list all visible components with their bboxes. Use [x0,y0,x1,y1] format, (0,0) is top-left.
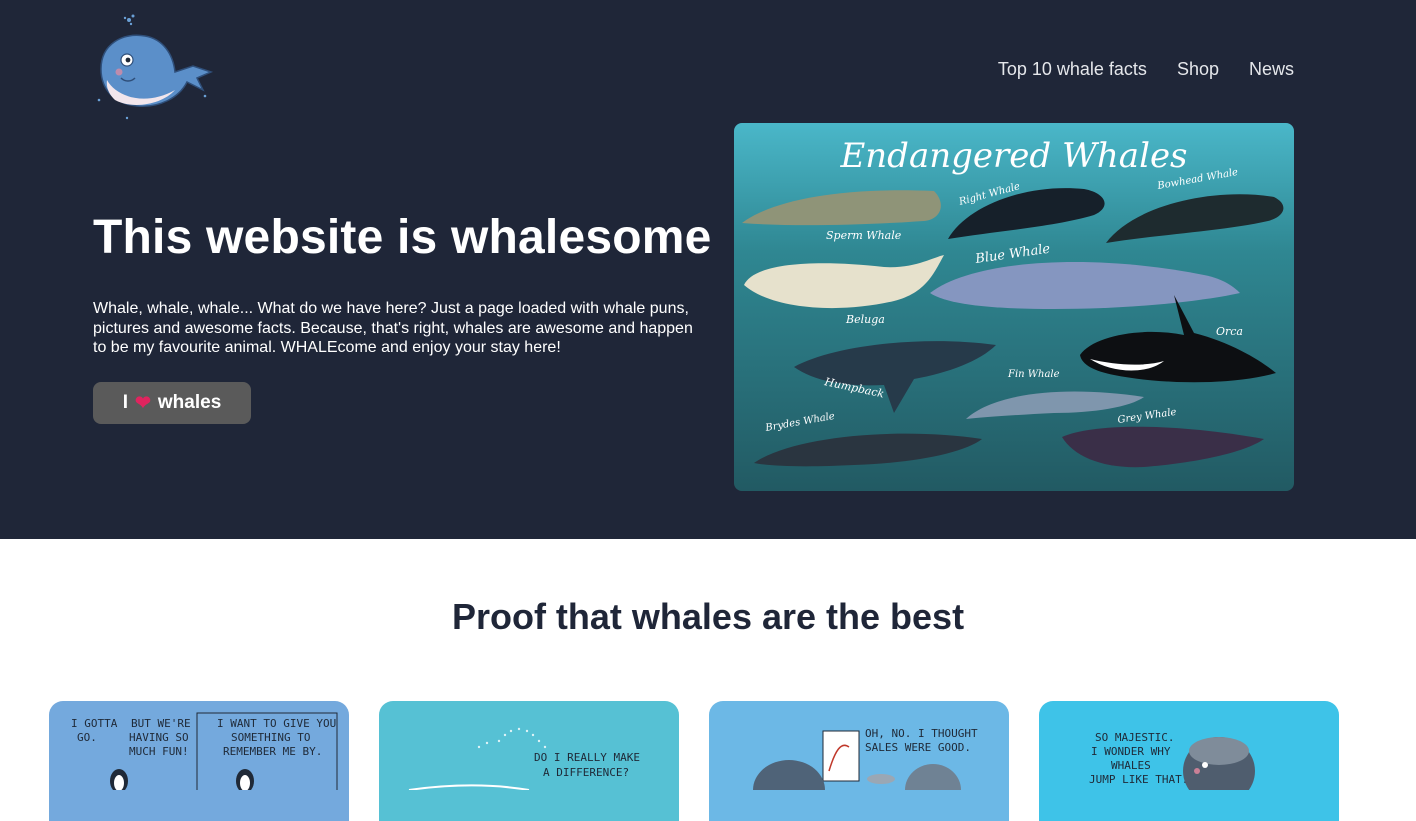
svg-text:DO I REALLY MAKE: DO I REALLY MAKE [534,751,640,764]
comic-card-majestic[interactable]: SO MAJESTIC. I WONDER WHY WHALES JUMP LI… [1039,701,1339,821]
svg-text:BUT WE'RE: BUT WE'RE [131,717,191,730]
svg-text:Orca: Orca [1216,325,1243,338]
svg-text:WHALES: WHALES [1111,759,1151,772]
comic-card-penguin[interactable]: I GOTTA GO. BUT WE'RE HAVING SO MUCH FUN… [49,701,349,821]
comic-card-sales[interactable]: OH, NO. I THOUGHT SALES WERE GOOD. [709,701,1009,821]
svg-text:SOMETHING TO: SOMETHING TO [231,731,310,744]
image-title: Endangered Whales [839,136,1187,176]
cta-prefix: I [122,392,128,413]
nav-link-top-10-whale-facts[interactable]: Top 10 whale facts [998,58,1147,80]
nav-link-shop[interactable]: Shop [1177,58,1219,80]
svg-text:I WONDER WHY: I WONDER WHY [1091,745,1171,758]
svg-text:A DIFFERENCE?: A DIFFERENCE? [543,766,629,779]
svg-text:OH, NO. I THOUGHT: OH, NO. I THOUGHT [865,727,978,740]
svg-text:HAVING SO: HAVING SO [129,731,189,744]
svg-text:I GOTTA: I GOTTA [71,717,118,730]
main-nav: Top 10 whale facts Shop News [998,58,1294,80]
svg-text:Fin Whale: Fin Whale [1007,369,1060,380]
nav-link-news[interactable]: News [1249,58,1294,80]
proof-section-title: Proof that whales are the best [451,596,965,637]
hero-title: This website is whalesome [93,211,712,264]
endangered-whales-image: Endangered Whales Sperm Whale Right Whal… [734,123,1294,491]
comic-card-difference[interactable]: DO I REALLY MAKE A DIFFERENCE? [379,701,679,821]
svg-text:I WANT TO GIVE YOU: I WANT TO GIVE YOU [217,717,336,730]
cta-suffix: whales [157,392,222,413]
svg-text:SO MAJESTIC.: SO MAJESTIC. [1095,731,1174,744]
hero-section: Top 10 whale facts Shop News This websit… [0,0,1416,539]
svg-text:MUCH FUN!: MUCH FUN! [129,745,189,758]
svg-text:REMEMBER ME BY.: REMEMBER ME BY. [223,745,322,758]
whale-logo-icon[interactable] [93,14,215,122]
svg-text:SALES WERE GOOD.: SALES WERE GOOD. [865,741,971,754]
heart-icon: ❤ [134,392,151,414]
svg-text:GO.: GO. [77,731,97,744]
hero-intro: Whale, whale, whale... What do we have h… [93,300,693,356]
svg-text:Sperm Whale: Sperm Whale [826,229,902,242]
svg-text:Beluga: Beluga [845,313,885,326]
love-whales-button[interactable]: I ❤ whales [93,382,251,424]
svg-text:JUMP LIKE THAT.: JUMP LIKE THAT. [1089,773,1188,786]
